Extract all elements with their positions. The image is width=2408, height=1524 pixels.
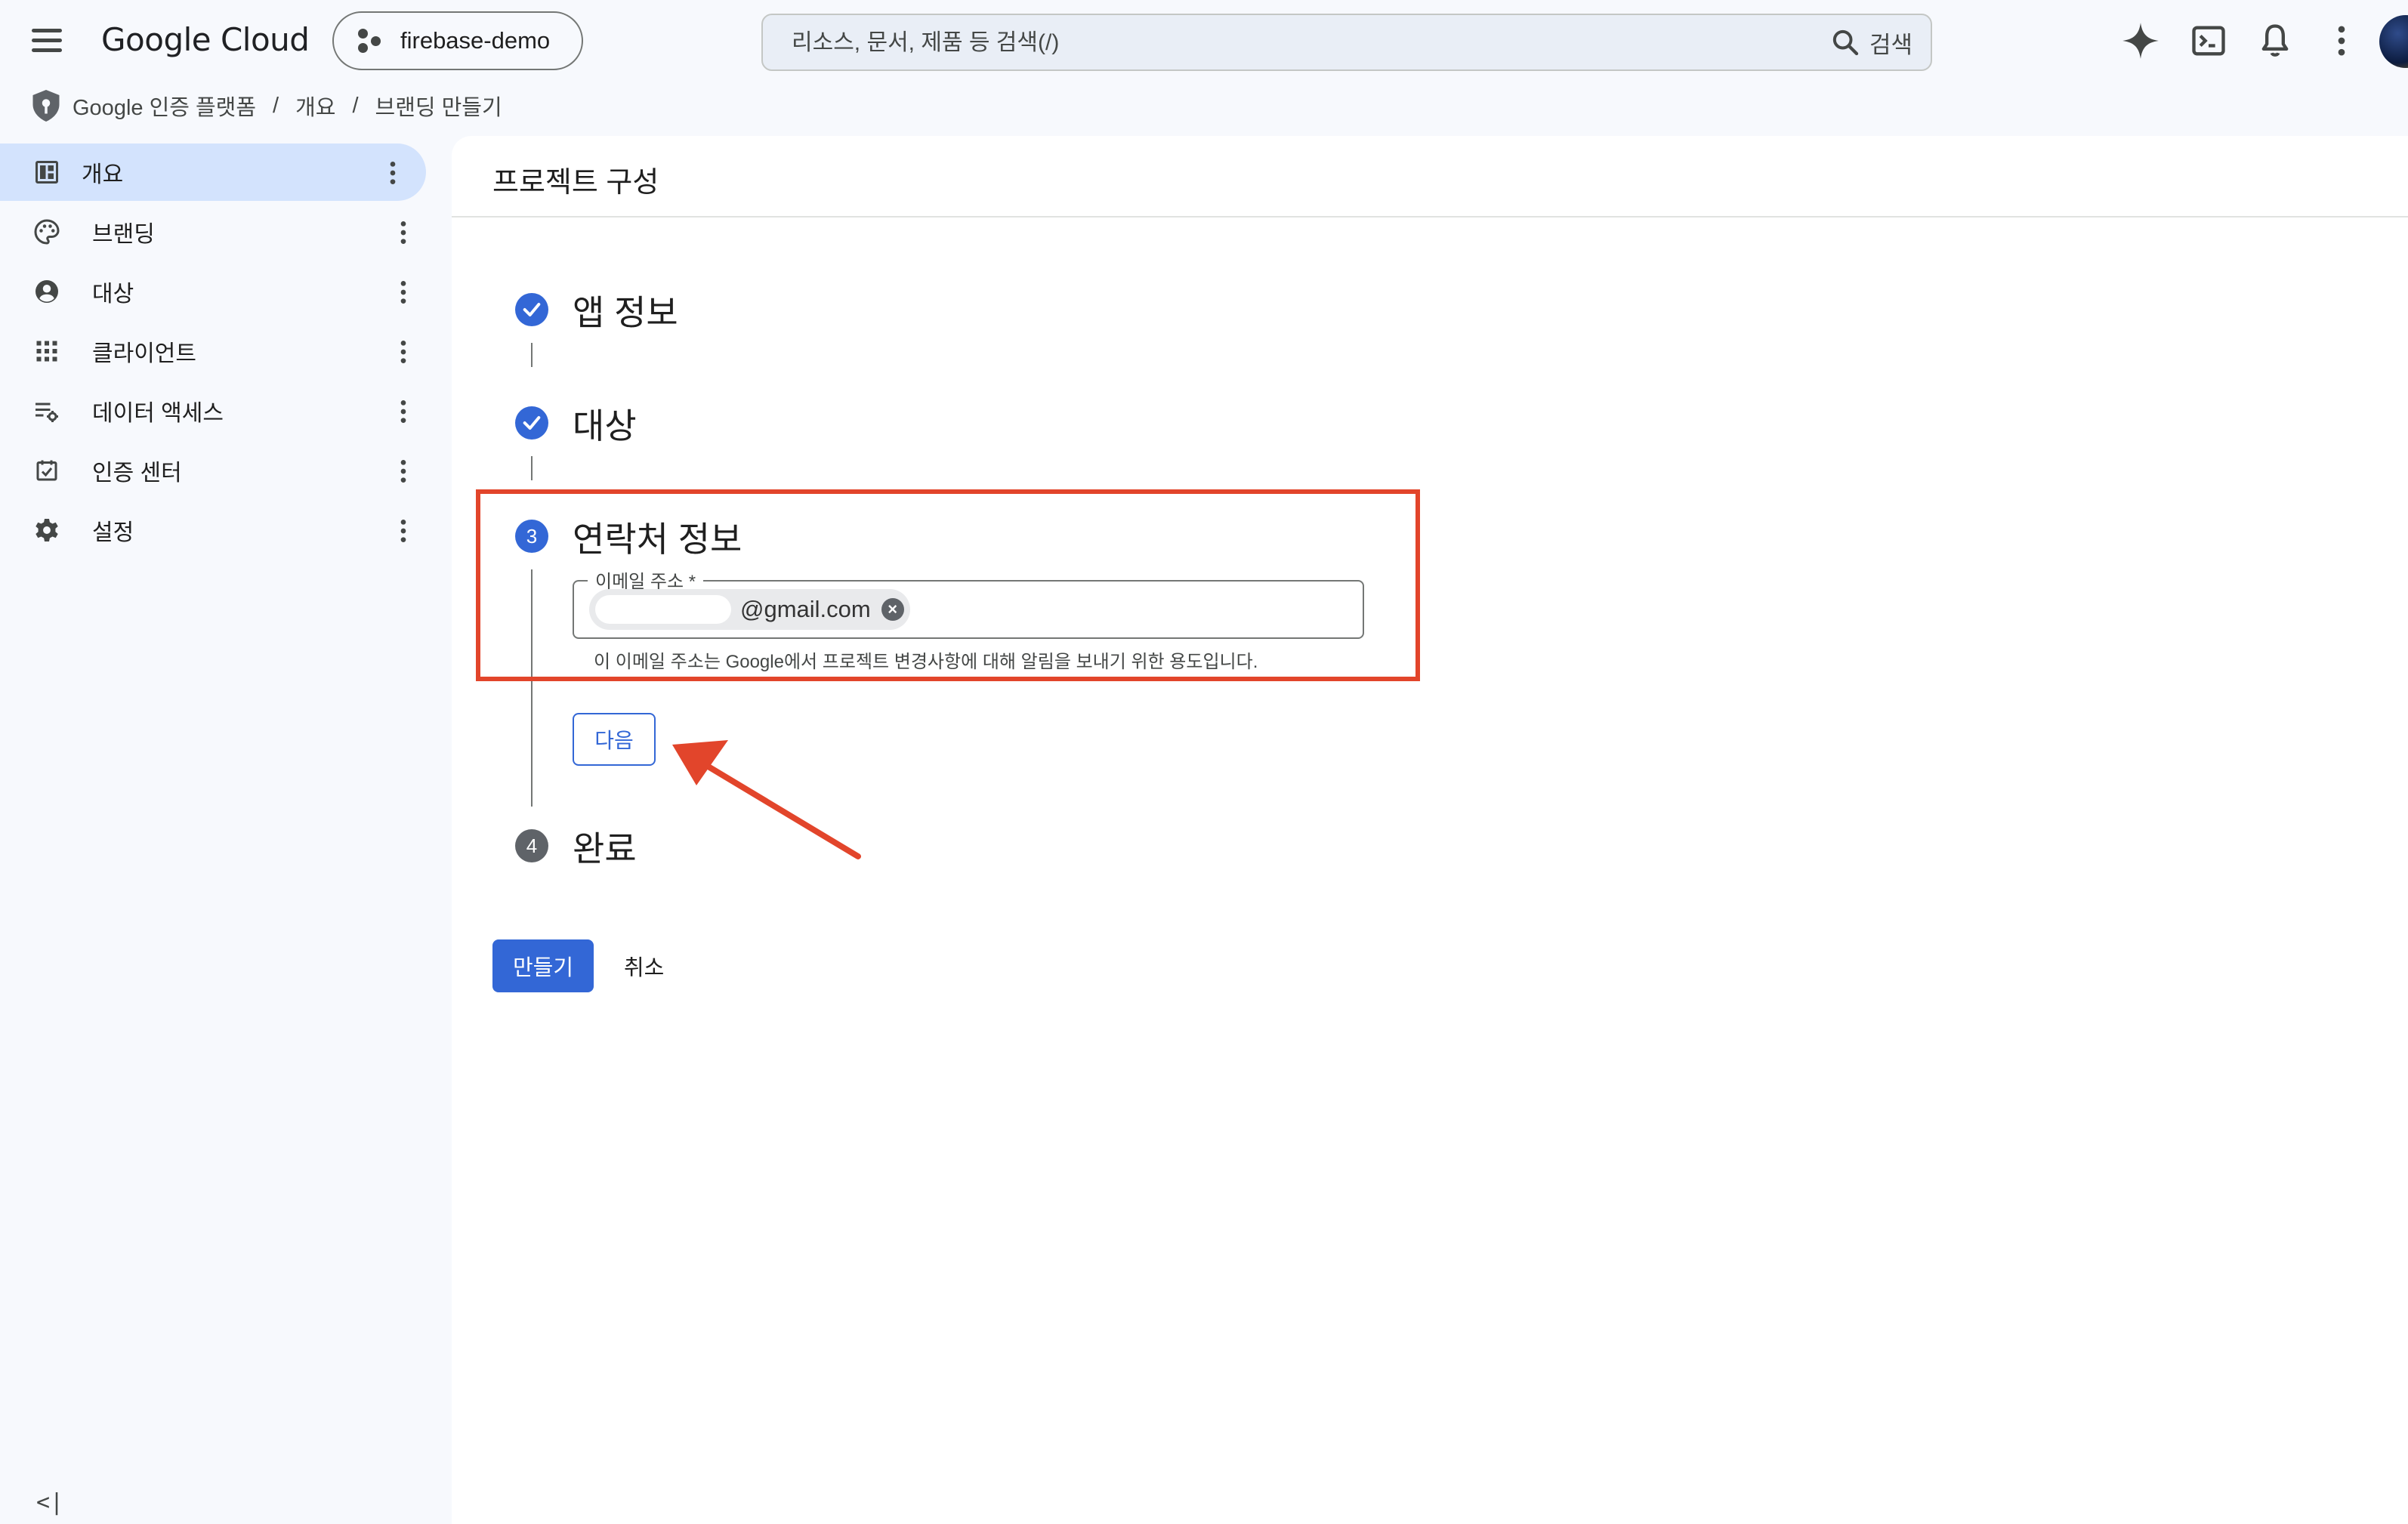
gear-icon xyxy=(36,519,58,541)
notifications-bell-icon[interactable] xyxy=(2255,21,2295,60)
annotation-arrow xyxy=(672,740,861,859)
main-menu-icon[interactable] xyxy=(29,23,65,59)
sidebar-item-label: 데이터 액세스 xyxy=(92,401,224,426)
palette-icon xyxy=(34,219,60,245)
step-4-number: 4 xyxy=(515,829,548,862)
breadcrumb-item-overview[interactable]: 개요 xyxy=(295,90,335,122)
search-input[interactable] xyxy=(790,15,1775,71)
more-vert-icon[interactable] xyxy=(400,339,407,365)
step-1-done-indicator xyxy=(515,293,548,326)
step-1-label[interactable]: 앱 정보 xyxy=(573,285,678,335)
more-vert-icon[interactable] xyxy=(389,160,397,186)
account-avatar[interactable] xyxy=(2379,15,2408,68)
gemini-sparkle-icon[interactable] xyxy=(2121,21,2160,60)
cancel-button[interactable]: 취소 xyxy=(616,939,671,992)
sidebar-item-verification-center[interactable]: 인증 센터 xyxy=(11,442,426,499)
sidebar-item-clients[interactable]: 클라이언트 xyxy=(11,322,426,380)
apps-grid-icon xyxy=(36,341,57,362)
sidebar-item-label: 대상 xyxy=(92,282,134,307)
step-4-label: 완료 xyxy=(573,829,637,868)
step-connector xyxy=(531,456,533,480)
verified-check-icon xyxy=(36,460,57,481)
top-app-bar: Google Cloud firebase-demo 검색 xyxy=(0,0,2408,83)
step-2-done-indicator xyxy=(515,406,548,440)
dashboard-icon xyxy=(36,161,58,184)
sidebar-item-settings[interactable]: 설정 xyxy=(11,501,426,559)
search-bar: 검색 xyxy=(761,14,1932,71)
sidebar-item-label: 인증 센터 xyxy=(92,461,182,486)
more-vert-icon[interactable] xyxy=(2322,21,2361,60)
more-vert-icon[interactable] xyxy=(400,279,407,305)
search-button[interactable]: 검색 xyxy=(1830,26,1913,59)
data-settings-icon xyxy=(36,403,58,422)
security-shield-icon xyxy=(32,90,60,122)
breadcrumb-separator: / xyxy=(352,93,359,118)
sidebar-item-audience[interactable]: 대상 xyxy=(11,263,426,320)
sidebar-item-label: 개요 xyxy=(82,162,124,187)
check-icon xyxy=(523,303,541,316)
sidebar: 개요 브랜딩 대상 클라이언트 데이터 액세스 인증 센터 설정 xyxy=(0,136,452,1524)
breadcrumb-item-current: 브랜딩 만들기 xyxy=(375,96,502,120)
project-name: firebase-demo xyxy=(400,27,551,54)
more-vert-icon[interactable] xyxy=(400,518,407,544)
breadcrumb-separator: / xyxy=(273,93,279,118)
header-divider xyxy=(452,216,2408,217)
sidebar-item-label: 브랜딩 xyxy=(92,222,155,247)
breadcrumb: Google 인증 플랫폼 / 개요 / 브랜딩 만들기 xyxy=(30,88,502,124)
annotation-highlight-box xyxy=(476,489,1420,681)
page-title: 프로젝트 구성 xyxy=(492,167,659,199)
sidebar-item-overview[interactable]: 개요 xyxy=(0,143,426,201)
google-cloud-logo[interactable]: Google Cloud xyxy=(101,21,310,58)
more-vert-icon[interactable] xyxy=(400,458,407,484)
sidebar-item-label: 설정 xyxy=(92,520,134,545)
account-circle-icon xyxy=(36,280,58,303)
step-connector xyxy=(531,343,533,367)
search-icon xyxy=(1832,29,1859,56)
cloud-shell-terminal-icon[interactable] xyxy=(2189,21,2228,60)
more-vert-icon[interactable] xyxy=(400,220,407,245)
step-2-label[interactable]: 대상 xyxy=(573,399,637,449)
create-button[interactable]: 만들기 xyxy=(492,939,594,992)
sidebar-item-branding[interactable]: 브랜딩 xyxy=(11,203,426,261)
project-hub-icon xyxy=(355,27,382,54)
check-icon xyxy=(523,416,541,430)
more-vert-icon[interactable] xyxy=(400,399,407,424)
search-button-label: 검색 xyxy=(1869,31,1913,58)
sidebar-item-label: 클라이언트 xyxy=(92,341,196,366)
next-button[interactable]: 다음 xyxy=(573,713,656,766)
collapse-sidebar-button[interactable]: <| xyxy=(36,1489,63,1516)
sidebar-item-data-access[interactable]: 데이터 액세스 xyxy=(11,382,426,440)
project-picker-button[interactable]: firebase-demo xyxy=(332,11,583,70)
breadcrumb-product[interactable]: Google 인증 플랫폼 xyxy=(73,90,256,122)
